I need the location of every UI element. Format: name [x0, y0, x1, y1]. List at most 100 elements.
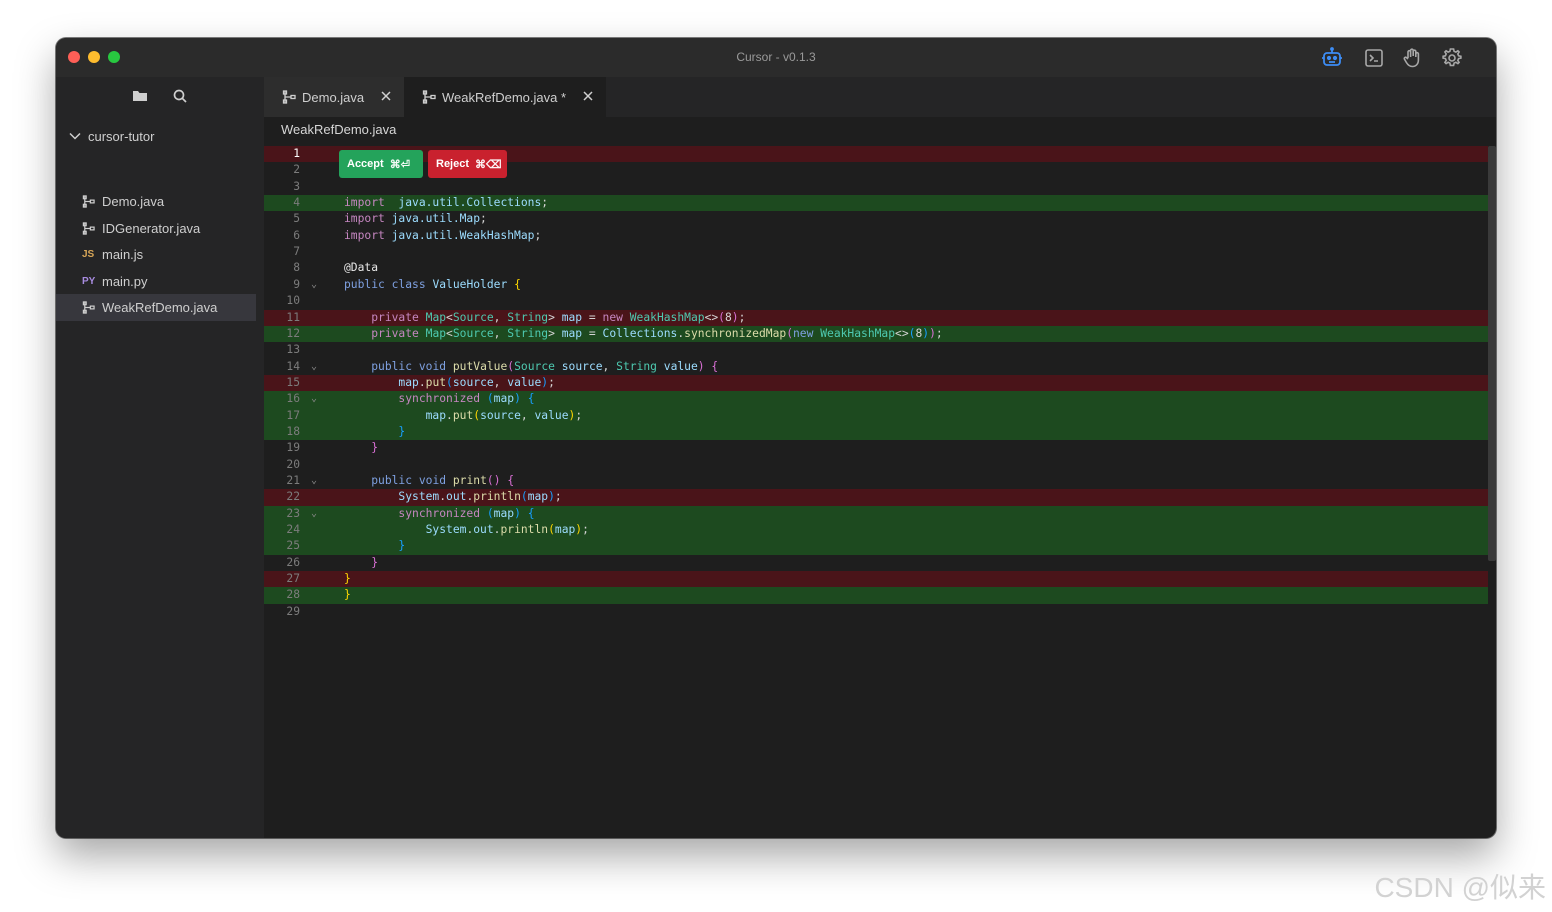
code-token: < [446, 326, 453, 340]
code-editor[interactable]: 1 2 3 4 import java.util.Collections; 5 import… [264, 146, 1496, 838]
code-token: } [371, 441, 379, 455]
fold-chevron-icon[interactable]: ⌄ [311, 359, 317, 375]
fold-chevron-icon[interactable]: ⌄ [311, 473, 317, 489]
code-token: java.util.WeakHashMap [384, 228, 535, 242]
code-line[interactable]: 15 map.put(source, value); [264, 374, 1488, 392]
tab-weakrefdemo-java[interactable]: WeakRefDemo.java * [404, 77, 606, 117]
sidebar-file-item[interactable]: Demo.java [56, 188, 256, 215]
close-icon[interactable] [582, 90, 594, 102]
code-token: WeakHashMap [820, 326, 896, 340]
code-line[interactable]: 23 ⌄ synchronized (map) { [264, 505, 1488, 523]
code-token: out [446, 490, 467, 504]
code-line[interactable]: 7 [264, 244, 1488, 260]
code-text: } [344, 555, 378, 571]
code-line[interactable]: 21 ⌄ public void print() { [264, 473, 1488, 489]
window-title: Cursor - v0.1.3 [736, 50, 816, 64]
code-line[interactable]: 3 [264, 179, 1488, 195]
code-line[interactable]: 8 @Data [264, 260, 1488, 276]
code-line[interactable]: 17 map.put(source, value); [264, 407, 1488, 424]
sidebar-file-item[interactable]: WeakRefDemo.java [56, 294, 256, 322]
code-token: map [527, 490, 549, 504]
gear-icon[interactable] [1440, 46, 1464, 70]
line-number: 17 [286, 408, 300, 422]
line-number: 29 [286, 604, 300, 618]
fold-chevron-icon[interactable]: ⌄ [311, 506, 317, 522]
chevron-down-icon [69, 132, 81, 140]
search-icon[interactable] [171, 87, 189, 105]
code-line[interactable]: 5 import java.util.Map; [264, 211, 1488, 227]
code-token: import [344, 196, 385, 210]
code-text: } [344, 587, 351, 603]
code-line[interactable]: 13 [264, 342, 1488, 358]
folder-icon[interactable] [131, 87, 149, 105]
line-number: 12 [286, 326, 300, 340]
fold-chevron-icon[interactable]: ⌄ [311, 391, 317, 407]
line-number: 19 [286, 441, 300, 455]
code-token: Map [425, 326, 447, 340]
code-token: System [425, 523, 467, 537]
line-number: 15 [286, 375, 300, 389]
code-token: public [371, 359, 413, 373]
accept-diff-button[interactable]: Accept ⌘⏎ [339, 150, 423, 178]
hand-icon[interactable] [1401, 46, 1425, 70]
code-token: > [548, 310, 562, 324]
code-line[interactable]: 6 import java.util.WeakHashMap; [264, 228, 1488, 244]
line-number: 22 [286, 490, 300, 504]
line-number: 18 [286, 424, 300, 438]
js-file-icon: JS [82, 249, 95, 261]
code-token: value [534, 408, 569, 422]
code-line[interactable]: 20 [264, 457, 1488, 473]
code-line[interactable]: 14 ⌄ public void putValue(Source source, … [264, 359, 1488, 375]
code-line[interactable]: 22 System.out.println(map); [264, 489, 1488, 506]
code-token: { [527, 506, 535, 520]
reject-diff-button[interactable]: Reject ⌘⌫ [428, 150, 507, 178]
editor-scrollbar[interactable] [1488, 146, 1496, 561]
sidebar-file-item[interactable]: IDGenerator.java [56, 215, 256, 242]
code-line[interactable]: 19 } [264, 440, 1488, 456]
code-line[interactable]: 25 } [264, 538, 1488, 555]
line-number: 6 [293, 228, 300, 242]
line-number: 11 [286, 310, 300, 324]
sidebar-file-label: main.js [102, 247, 144, 263]
sidebar-file-label: main.py [102, 273, 148, 289]
code-token: ; [541, 196, 549, 210]
code-token: } [398, 539, 406, 553]
tab-demo-java[interactable]: Demo.java [264, 77, 404, 117]
tree-root-folder[interactable]: cursor-tutor [68, 127, 154, 145]
java-file-icon [82, 195, 98, 208]
sidebar-file-item[interactable]: JS main.js [56, 241, 256, 268]
breadcrumb[interactable]: WeakRefDemo.java [281, 122, 396, 137]
code-line[interactable]: 16 ⌄ synchronized (map) { [264, 391, 1488, 408]
fold-chevron-icon[interactable]: ⌄ [311, 277, 317, 293]
close-icon[interactable] [380, 90, 392, 102]
code-line[interactable]: 26 } [264, 555, 1488, 571]
terminal-icon[interactable] [1362, 46, 1386, 70]
code-line[interactable]: 29 [264, 604, 1488, 620]
code-line[interactable]: 10 [264, 293, 1488, 309]
code-token: println [473, 490, 521, 504]
code-line[interactable]: 9 ⌄ public class ValueHolder { [264, 277, 1488, 293]
code-line[interactable]: 12 private Map<Source, String> map = Col… [264, 325, 1488, 343]
line-number: 10 [286, 294, 300, 308]
code-line[interactable]: 11 private Map<Source, String> map = new… [264, 309, 1488, 326]
sidebar-file-item[interactable]: PY main.py [56, 268, 256, 295]
robot-icon[interactable] [1320, 46, 1344, 70]
line-number: 5 [293, 212, 300, 226]
watermark: CSDN @似来 [1374, 872, 1546, 903]
code-line[interactable]: 4 import java.util.Collections; [264, 195, 1488, 212]
code-line[interactable]: 18 } [264, 423, 1488, 441]
code-token: out [473, 523, 494, 537]
editor-tab-bar: Demo.java WeakRefDemo.java * [264, 77, 1496, 117]
line-number: 3 [293, 179, 300, 193]
code-line[interactable]: 24 System.out.println(map); [264, 522, 1488, 539]
code-line[interactable]: 27} [264, 571, 1488, 588]
code-token: { [711, 359, 719, 373]
code-token: } [344, 588, 351, 602]
code-line[interactable]: 28} [264, 587, 1488, 604]
